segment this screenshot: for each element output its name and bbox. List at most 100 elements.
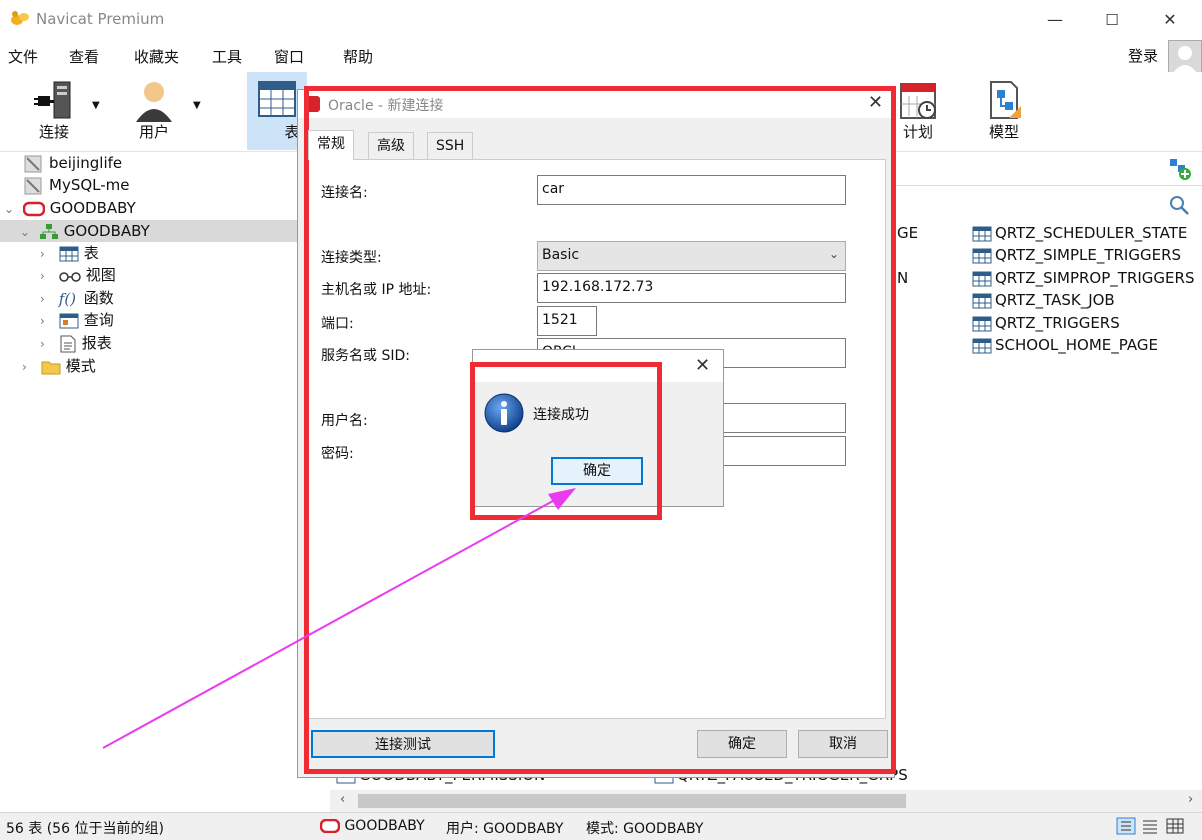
- message-text: 连接成功: [533, 407, 589, 423]
- password-label: 密码:: [321, 446, 354, 462]
- model-icon: [990, 81, 1021, 119]
- close-window-button[interactable]: ✕: [1156, 8, 1184, 32]
- folder-icon: [41, 361, 61, 374]
- object-item[interactable]: QRTZ_SIMPROP_TRIGGERS: [972, 267, 1194, 289]
- chevron-down-icon[interactable]: ⌄: [20, 221, 34, 243]
- host-label: 主机名或 IP 地址:: [321, 282, 432, 298]
- connect-button[interactable]: 连接: [18, 72, 90, 150]
- function-icon: f(): [58, 289, 77, 308]
- list-view-icon[interactable]: [1140, 817, 1160, 835]
- chevron-right-icon[interactable]: ›: [40, 310, 54, 332]
- chevron-down-icon[interactable]: ⌄: [4, 198, 18, 220]
- chevron-right-icon[interactable]: ›: [40, 288, 54, 310]
- tree-item-reports[interactable]: › 报表: [40, 332, 112, 354]
- cancel-button[interactable]: 取消: [798, 730, 888, 758]
- port-input[interactable]: 1521: [537, 306, 597, 336]
- test-connection-button[interactable]: 连接测试: [311, 730, 495, 758]
- minimize-button[interactable]: —: [1041, 8, 1069, 32]
- chevron-right-icon[interactable]: ›: [22, 356, 36, 378]
- connection-tree: beijinglife MySQL-me ⌄ GOODBABY ⌄ GOODBA…: [0, 152, 330, 812]
- object-item-partial[interactable]: N: [897, 267, 908, 289]
- object-item[interactable]: QRTZ_TRIGGERS: [972, 312, 1120, 334]
- status-schema: 模式: GOODBABY: [586, 821, 704, 837]
- chevron-right-icon[interactable]: ›: [40, 265, 54, 287]
- tree-connection-beijinglife[interactable]: beijinglife: [24, 152, 122, 174]
- connection-name-input[interactable]: car: [537, 175, 846, 205]
- message-ok-button[interactable]: 确定: [551, 457, 643, 485]
- oracle-connection-icon: [22, 201, 45, 216]
- scroll-right-icon[interactable]: ›: [1188, 792, 1193, 807]
- object-item-partial[interactable]: GE: [897, 222, 918, 244]
- detail-view-icon[interactable]: [1165, 817, 1185, 835]
- menu-help[interactable]: 帮助: [343, 46, 373, 67]
- table-icon: [972, 271, 992, 286]
- host-input[interactable]: 192.168.172.73: [537, 273, 846, 303]
- connection-success-dialog: ✕ 连接成功 确定: [472, 349, 724, 507]
- maximize-button[interactable]: ☐: [1098, 8, 1126, 32]
- close-icon[interactable]: ✕: [868, 92, 883, 113]
- tree-connection-goodbaby[interactable]: ⌄ GOODBABY: [4, 197, 136, 219]
- menu-favorites[interactable]: 收藏夹: [134, 46, 179, 67]
- chevron-right-icon[interactable]: ›: [40, 243, 54, 265]
- schedule-button[interactable]: 计划: [886, 72, 950, 150]
- table-icon: [972, 248, 992, 263]
- connect-label: 连接: [38, 123, 69, 141]
- add-object-icon[interactable]: [1168, 157, 1192, 181]
- model-button[interactable]: 模型: [972, 72, 1036, 150]
- table-icon: [258, 81, 296, 117]
- connection-type-select[interactable]: Basic ⌄: [537, 241, 846, 271]
- login-link[interactable]: 登录: [1128, 45, 1158, 66]
- table-icon: [972, 226, 992, 241]
- tree-item-schemas[interactable]: › 模式: [22, 355, 96, 377]
- menu-tools[interactable]: 工具: [212, 46, 242, 67]
- close-icon[interactable]: ✕: [695, 355, 710, 376]
- scrollbar-thumb[interactable]: [358, 794, 906, 808]
- user-button[interactable]: 用户: [118, 72, 190, 150]
- tree-label: GOODBABY: [63, 222, 150, 240]
- tree-label: 函数: [83, 289, 114, 307]
- avatar[interactable]: [1168, 40, 1202, 74]
- dialog-title: Oracle - 新建连接: [328, 98, 444, 114]
- tree-label: MySQL-me: [49, 176, 130, 194]
- tree-label: 视图: [85, 266, 116, 284]
- user-dropdown-icon[interactable]: ▼: [193, 100, 201, 111]
- chevron-down-icon: ⌄: [828, 247, 839, 261]
- tree-item-views[interactable]: › 视图: [40, 264, 116, 286]
- window-title: Navicat Premium: [36, 10, 165, 28]
- search-icon[interactable]: [1168, 194, 1190, 216]
- tab-ssh[interactable]: SSH: [427, 132, 474, 160]
- grid-view-icon[interactable]: [1116, 817, 1136, 835]
- status-bar: 56 表 (56 位于当前的组) GOODBABY 用户: GOODBABY 模…: [0, 812, 1202, 840]
- tree-item-queries[interactable]: › 查询: [40, 309, 114, 331]
- status-connection-label: GOODBABY: [344, 818, 425, 834]
- schedule-label: 计划: [902, 123, 933, 141]
- tab-general[interactable]: 常规: [308, 130, 354, 160]
- scroll-left-icon[interactable]: ‹: [340, 792, 345, 807]
- report-icon: [60, 335, 76, 352]
- object-item[interactable]: QRTZ_SCHEDULER_STATE: [972, 222, 1187, 244]
- menu-file[interactable]: 文件: [8, 46, 38, 67]
- connection-grey-icon: [24, 155, 42, 172]
- object-item[interactable]: QRTZ_SIMPLE_TRIGGERS: [972, 244, 1181, 266]
- user-silhouette-icon: [1173, 46, 1197, 73]
- object-item[interactable]: SCHOOL_HOME_PAGE: [972, 334, 1158, 356]
- object-label: QRTZ_SIMPLE_TRIGGERS: [995, 246, 1182, 264]
- menu-window[interactable]: 窗口: [274, 46, 304, 67]
- ok-button[interactable]: 确定: [697, 730, 787, 758]
- tab-advanced[interactable]: 高级: [368, 132, 414, 160]
- tree-item-functions[interactable]: › f() 函数: [40, 287, 114, 309]
- chevron-right-icon[interactable]: ›: [40, 333, 54, 355]
- horizontal-scrollbar[interactable]: ‹ ›: [330, 790, 1202, 812]
- plug-icon: [34, 81, 71, 119]
- connect-dropdown-icon[interactable]: ▼: [92, 100, 100, 111]
- tree-item-tables[interactable]: › 表: [40, 242, 99, 264]
- menu-view[interactable]: 查看: [69, 46, 99, 67]
- tree-database-goodbaby[interactable]: ⌄ GOODBABY: [0, 220, 330, 242]
- user-label: 用户: [138, 123, 169, 141]
- object-label: QRTZ_SCHEDULER_STATE: [995, 224, 1188, 242]
- tree-connection-mysql-me[interactable]: MySQL-me: [24, 174, 130, 196]
- object-item[interactable]: QRTZ_TASK_JOB: [972, 289, 1115, 311]
- menu-bar: 文件 查看 收藏夹 工具 窗口 帮助: [0, 40, 1202, 70]
- view-mode-switcher: [1116, 817, 1185, 839]
- connection-grey-icon: [24, 177, 42, 194]
